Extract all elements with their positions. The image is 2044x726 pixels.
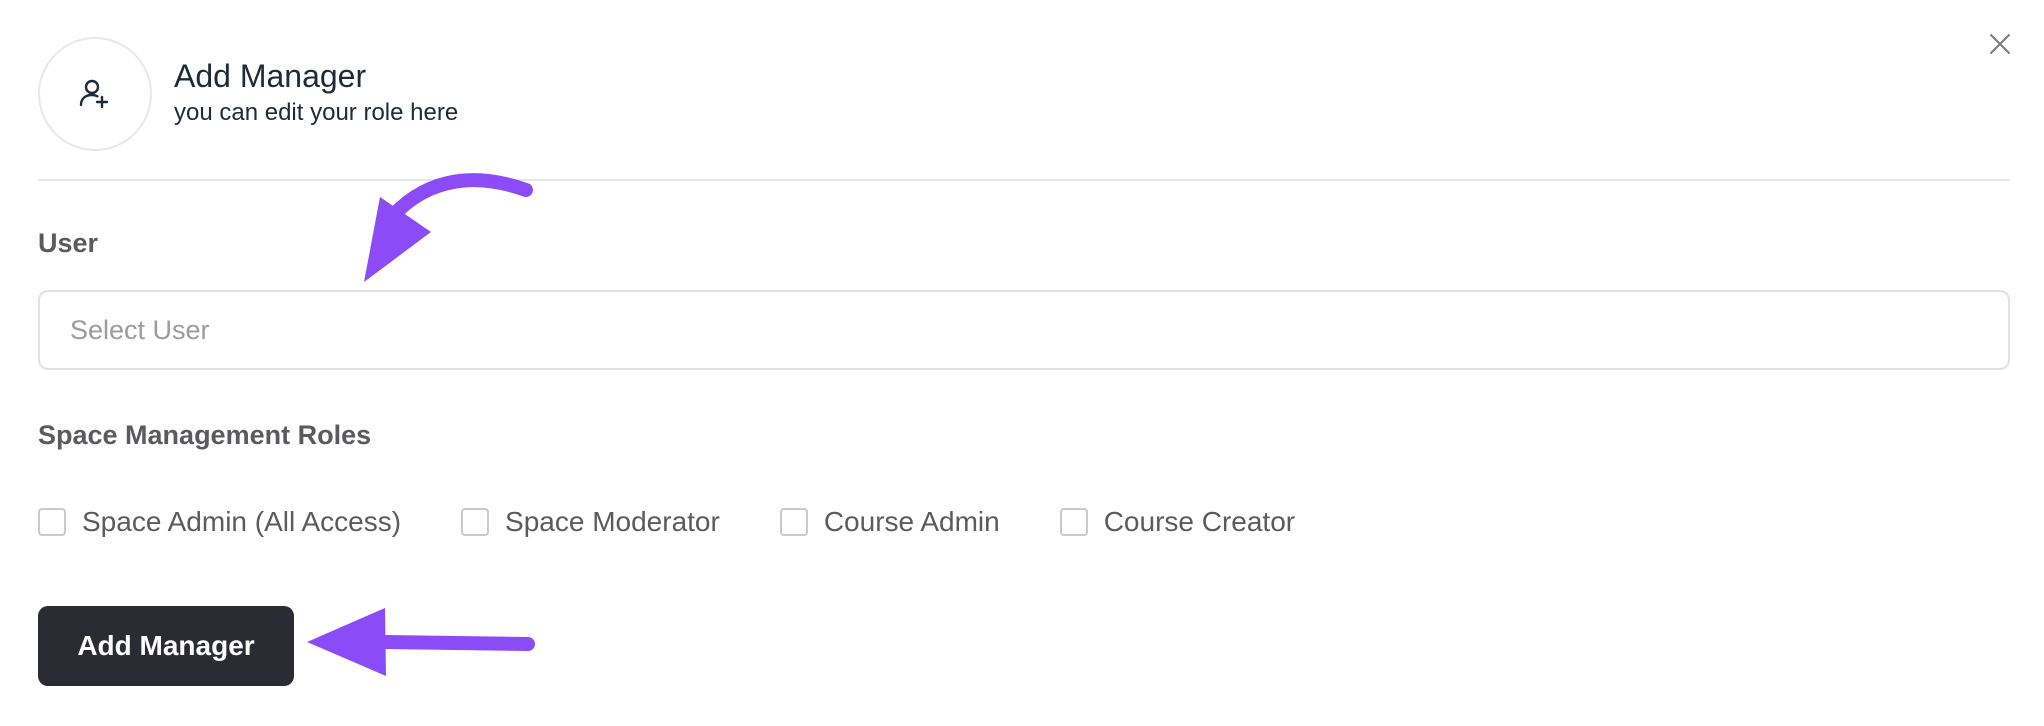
space-admin-checkbox[interactable]	[38, 508, 66, 536]
curved-arrow-annotation	[364, 173, 533, 282]
header-divider	[38, 179, 2010, 181]
role-option-course-admin[interactable]: Course Admin	[779, 506, 1000, 538]
roles-section-label: Space Management Roles	[38, 420, 372, 450]
modal-subtitle: you can edit your role here	[174, 99, 459, 126]
select-user-dropdown[interactable]: Select User	[38, 290, 2010, 370]
role-option-space-moderator[interactable]: Space Moderator	[461, 506, 720, 538]
add-manager-modal: Add Manager you can edit your role here …	[0, 0, 2044, 726]
course-creator-checkbox[interactable]	[1059, 508, 1088, 536]
course-creator-label: Course Creator	[1103, 506, 1296, 537]
space-moderator-label: Space Moderator	[505, 506, 720, 537]
select-user-placeholder: Select User	[70, 314, 210, 345]
roles-checkbox-group: Space Admin (All Access) Space Moderator…	[38, 502, 1355, 542]
role-option-space-admin[interactable]: Space Admin (All Access)	[38, 506, 401, 538]
course-admin-label: Course Admin	[823, 506, 1000, 537]
straight-arrow-annotation	[307, 608, 535, 676]
add-manager-button[interactable]: Add Manager	[38, 606, 294, 686]
space-admin-label: Space Admin (All Access)	[82, 506, 402, 537]
modal-title: Add Manager	[174, 58, 367, 94]
role-option-course-creator[interactable]: Course Creator	[1059, 506, 1296, 538]
user-plus-icon	[79, 79, 109, 109]
close-button[interactable]	[1985, 29, 2015, 59]
user-field-label: User	[38, 228, 99, 258]
space-moderator-checkbox[interactable]	[461, 508, 490, 536]
header-icon-circle	[38, 37, 152, 151]
close-icon	[1990, 34, 2010, 54]
course-admin-checkbox[interactable]	[779, 508, 808, 536]
